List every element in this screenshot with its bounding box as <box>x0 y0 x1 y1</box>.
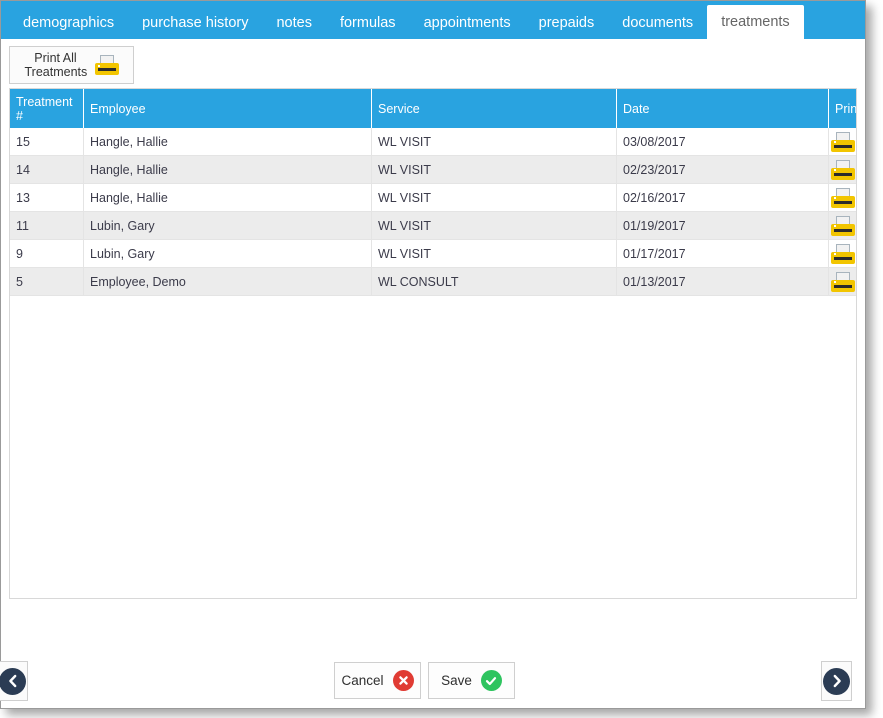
printer-icon <box>94 55 119 75</box>
cell-treatment-no: 11 <box>10 212 84 239</box>
cell-date: 01/13/2017 <box>617 268 829 295</box>
printer-icon[interactable] <box>830 215 855 236</box>
cell-print[interactable] <box>829 128 856 155</box>
table-row[interactable]: 5 Employee, Demo WL CONSULT 01/13/2017 <box>10 268 856 296</box>
tab-appointments[interactable]: appointments <box>410 7 525 39</box>
tab-prepaids[interactable]: prepaids <box>525 7 609 39</box>
treatments-grid[interactable]: Treatment #EmployeeServiceDatePrint 15Ha… <box>9 88 857 599</box>
printer-icon[interactable] <box>830 243 855 264</box>
tab-demographics[interactable]: demographics <box>9 7 128 39</box>
tab-notes[interactable]: notes <box>262 7 325 39</box>
table-row[interactable]: 13 Hangle, Hallie WL VISIT 02/16/2017 <box>10 184 856 212</box>
tab-bar: demographics purchase history notes formula… <box>1 1 865 39</box>
cell-employee: Lubin, Gary <box>84 212 372 239</box>
grid-body: 15 Hangle, Hallie WL VISIT 03/08/2017 14 Hang… <box>10 128 856 296</box>
cell-service: WL VISIT <box>372 156 617 183</box>
cell-date: 01/19/2017 <box>617 212 829 239</box>
cell-service: WL VISIT <box>372 240 617 267</box>
tab-formulas[interactable]: formulas <box>326 7 410 39</box>
cancel-button[interactable]: Cancel <box>334 662 421 699</box>
toolbar: Print All Treatments <box>9 46 134 84</box>
cell-service: WL VISIT <box>372 128 617 155</box>
chevron-right-circle-icon <box>823 667 850 695</box>
cell-print[interactable] <box>829 156 856 183</box>
cell-employee: Employee, Demo <box>84 268 372 295</box>
cell-service: WL VISIT <box>372 184 617 211</box>
cell-print[interactable] <box>829 240 856 267</box>
printer-icon[interactable] <box>830 187 855 208</box>
cancel-button-label: Cancel <box>341 673 384 688</box>
cell-treatment-no: 5 <box>10 268 84 295</box>
printer-icon[interactable] <box>830 159 855 180</box>
column-header-print[interactable]: Print <box>829 89 856 128</box>
cell-date: 02/16/2017 <box>617 184 829 211</box>
cell-employee: Hangle, Hallie <box>84 156 372 183</box>
printer-icon[interactable] <box>830 131 855 152</box>
column-header-employee[interactable]: Employee <box>84 89 372 128</box>
cell-service: WL VISIT <box>372 212 617 239</box>
cell-print[interactable] <box>829 184 856 211</box>
table-row[interactable]: 14 Hangle, Hallie WL VISIT 02/23/2017 <box>10 156 856 184</box>
column-header-service[interactable]: Service <box>372 89 617 128</box>
cell-date: 03/08/2017 <box>617 128 829 155</box>
window-frame: demographics purchase history notes formula… <box>0 0 866 709</box>
chevron-left-circle-icon <box>0 667 26 695</box>
cell-date: 01/17/2017 <box>617 240 829 267</box>
cell-service: WL CONSULT <box>372 268 617 295</box>
table-row[interactable]: 9 Lubin, Gary WL VISIT 01/17/2017 <box>10 240 856 268</box>
treatments-screen: demographics purchase history notes formula… <box>0 0 883 718</box>
print-all-treatments-label: Print All Treatments <box>24 51 88 79</box>
cell-employee: Lubin, Gary <box>84 240 372 267</box>
cell-employee: Hangle, Hallie <box>84 128 372 155</box>
cell-print[interactable] <box>829 268 856 295</box>
grid-header-row: Treatment #EmployeeServiceDatePrint <box>10 89 856 128</box>
cell-treatment-no: 15 <box>10 128 84 155</box>
column-header-date[interactable]: Date <box>617 89 829 128</box>
cancel-circle-icon <box>392 670 414 691</box>
check-circle-icon <box>480 670 502 691</box>
print-all-treatments-button[interactable]: Print All Treatments <box>9 46 134 84</box>
tab-purchase-history[interactable]: purchase history <box>128 7 262 39</box>
save-button-label: Save <box>441 673 472 688</box>
cell-employee: Hangle, Hallie <box>84 184 372 211</box>
cell-treatment-no: 9 <box>10 240 84 267</box>
cell-print[interactable] <box>829 212 856 239</box>
printer-icon[interactable] <box>830 271 855 292</box>
table-row[interactable]: 11 Lubin, Gary WL VISIT 01/19/2017 <box>10 212 856 240</box>
cell-date: 02/23/2017 <box>617 156 829 183</box>
cell-treatment-no: 13 <box>10 184 84 211</box>
cell-treatment-no: 14 <box>10 156 84 183</box>
tab-documents[interactable]: documents <box>608 7 707 39</box>
previous-record-button[interactable] <box>0 661 28 701</box>
tab-treatments[interactable]: treatments <box>707 5 804 39</box>
table-row[interactable]: 15 Hangle, Hallie WL VISIT 03/08/2017 <box>10 128 856 156</box>
next-record-button[interactable] <box>821 661 852 701</box>
column-header-treatment-no[interactable]: Treatment # <box>10 89 84 128</box>
save-button[interactable]: Save <box>428 662 515 699</box>
